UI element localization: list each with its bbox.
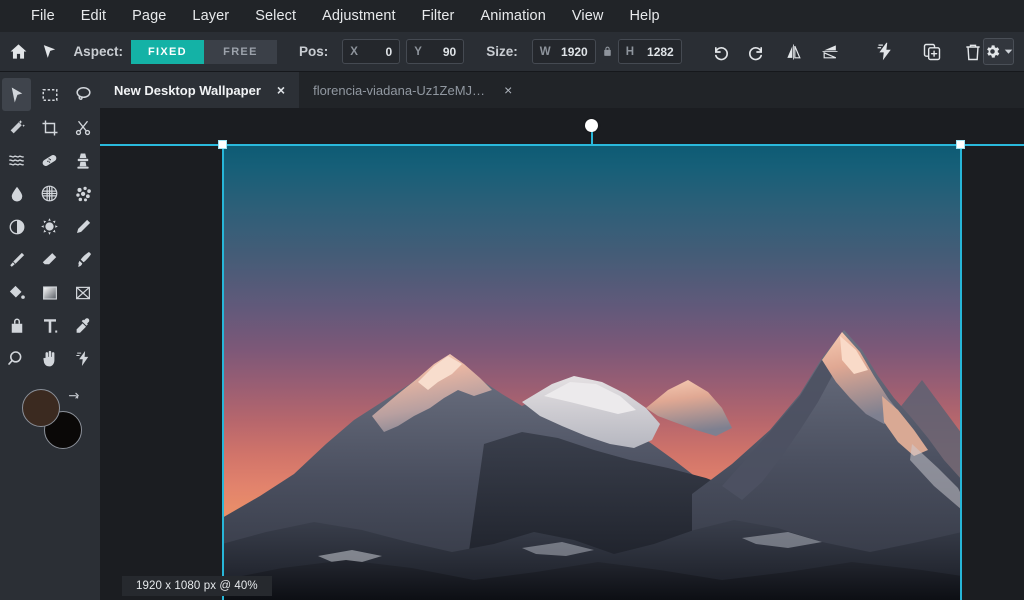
hand-tool[interactable] xyxy=(35,342,64,375)
redo-button[interactable] xyxy=(746,35,767,69)
paint-bucket-tool[interactable] xyxy=(2,276,31,309)
menu-file[interactable]: File xyxy=(18,0,68,32)
position-x-value: 0 xyxy=(386,45,393,59)
menu-edit[interactable]: Edit xyxy=(68,0,119,32)
undo-button[interactable] xyxy=(710,35,731,69)
lasso-tool[interactable] xyxy=(69,78,98,111)
rotation-handle[interactable] xyxy=(585,119,598,132)
selection-right-edge xyxy=(960,144,962,600)
blur-tool[interactable] xyxy=(2,177,31,210)
mesh-warp-tool[interactable] xyxy=(35,177,64,210)
eraser-tool[interactable] xyxy=(35,243,64,276)
canvas-area[interactable]: 1920 x 1080 px @ 40% xyxy=(100,108,1024,600)
options-toolbar: Aspect: FIXED FREE Pos: X 0 Y 90 Size: W… xyxy=(0,32,1024,72)
size-width-field[interactable]: W 1920 xyxy=(532,39,596,64)
pattern-tool[interactable] xyxy=(69,276,98,309)
sharpen-tool[interactable] xyxy=(35,210,64,243)
canvas-status-label: 1920 x 1080 px @ 40% xyxy=(122,576,272,596)
flip-horizontal-button[interactable] xyxy=(783,35,804,69)
scissors-tool[interactable] xyxy=(69,111,98,144)
size-height-key: H xyxy=(626,46,634,58)
home-icon[interactable] xyxy=(8,35,29,69)
selection-handle-right[interactable] xyxy=(956,140,965,149)
menu-filter[interactable]: Filter xyxy=(409,0,468,32)
document-tab-bar: New Desktop Wallpaper × florencia-viadan… xyxy=(100,72,1024,108)
fill-bag-tool[interactable] xyxy=(2,309,31,342)
magic-wand-tool[interactable] xyxy=(2,111,31,144)
artboard[interactable] xyxy=(222,144,962,600)
aspect-label: Aspect: xyxy=(73,44,123,59)
aspect-toggle-group: FIXED FREE xyxy=(131,40,277,64)
smudge-tool[interactable] xyxy=(2,144,31,177)
position-x-field[interactable]: X 0 xyxy=(342,39,400,64)
gear-icon xyxy=(984,43,1001,60)
tool-grid xyxy=(0,72,100,375)
position-y-value: 90 xyxy=(443,45,456,59)
menu-bar: File Edit Page Layer Select Adjustment F… xyxy=(0,0,1024,32)
paintbrush-tool[interactable] xyxy=(2,243,31,276)
swap-arrow-icon[interactable] xyxy=(66,391,80,405)
pen-tool[interactable] xyxy=(69,210,98,243)
size-label: Size: xyxy=(486,44,518,59)
lock-icon[interactable] xyxy=(601,45,614,58)
size-height-field[interactable]: H 1282 xyxy=(618,39,682,64)
image-editor-window: File Edit Page Layer Select Adjustment F… xyxy=(0,0,1024,600)
position-y-key: Y xyxy=(414,46,422,58)
position-label: Pos: xyxy=(299,44,328,59)
menu-help[interactable]: Help xyxy=(616,0,672,32)
crop-tool[interactable] xyxy=(35,111,64,144)
menu-page[interactable]: Page xyxy=(119,0,179,32)
position-y-field[interactable]: Y 90 xyxy=(406,39,464,64)
contrast-tool[interactable] xyxy=(2,210,31,243)
color-swatches xyxy=(22,389,82,449)
size-width-value: 1920 xyxy=(561,45,588,59)
zoom-tool[interactable] xyxy=(2,342,31,375)
move-tool[interactable] xyxy=(2,78,31,111)
menu-layer[interactable]: Layer xyxy=(179,0,242,32)
menu-view[interactable]: View xyxy=(559,0,617,32)
selection-top-edge xyxy=(100,144,1024,146)
art-brush-tool[interactable] xyxy=(69,243,98,276)
tab-close-icon[interactable]: × xyxy=(504,83,512,97)
flip-vertical-button[interactable] xyxy=(820,35,841,69)
delete-button[interactable] xyxy=(962,35,983,69)
menu-select[interactable]: Select xyxy=(242,0,309,32)
position-x-key: X xyxy=(350,46,358,58)
rotation-handle-stem xyxy=(591,130,593,146)
tool-palette xyxy=(0,72,100,600)
tab-close-icon[interactable]: × xyxy=(277,83,285,97)
eyedropper-tool[interactable] xyxy=(69,309,98,342)
tab-title: florencia-viadana-Uz1ZeMJ2lsI... xyxy=(313,83,488,98)
auto-enhance-button[interactable] xyxy=(875,35,896,69)
cursor-icon[interactable] xyxy=(39,35,60,69)
menu-adjustment[interactable]: Adjustment xyxy=(309,0,409,32)
quick-effect-tool[interactable] xyxy=(69,342,98,375)
aspect-free-button[interactable]: FREE xyxy=(204,40,277,64)
foreground-color-swatch[interactable] xyxy=(22,389,60,427)
selection-left-edge xyxy=(222,144,224,600)
size-height-value: 1282 xyxy=(647,45,674,59)
settings-menu-button[interactable] xyxy=(983,38,1014,65)
tab-title: New Desktop Wallpaper xyxy=(114,83,261,98)
duplicate-button[interactable] xyxy=(922,35,943,69)
menu-animation[interactable]: Animation xyxy=(467,0,558,32)
clone-stamp-tool[interactable] xyxy=(69,144,98,177)
tab-florencia-viadana[interactable]: florencia-viadana-Uz1ZeMJ2lsI... × xyxy=(299,72,526,108)
rectangular-marquee-tool[interactable] xyxy=(35,78,64,111)
selection-handle-left[interactable] xyxy=(218,140,227,149)
healing-brush-tool[interactable] xyxy=(35,144,64,177)
tab-new-desktop-wallpaper[interactable]: New Desktop Wallpaper × xyxy=(100,72,299,108)
gradient-tool[interactable] xyxy=(35,276,64,309)
size-width-key: W xyxy=(540,46,551,58)
chevron-down-icon xyxy=(1004,47,1013,56)
mountain-photo xyxy=(222,144,962,600)
aspect-fixed-button[interactable]: FIXED xyxy=(131,40,204,64)
dodge-tool[interactable] xyxy=(69,177,98,210)
text-tool[interactable] xyxy=(35,309,64,342)
